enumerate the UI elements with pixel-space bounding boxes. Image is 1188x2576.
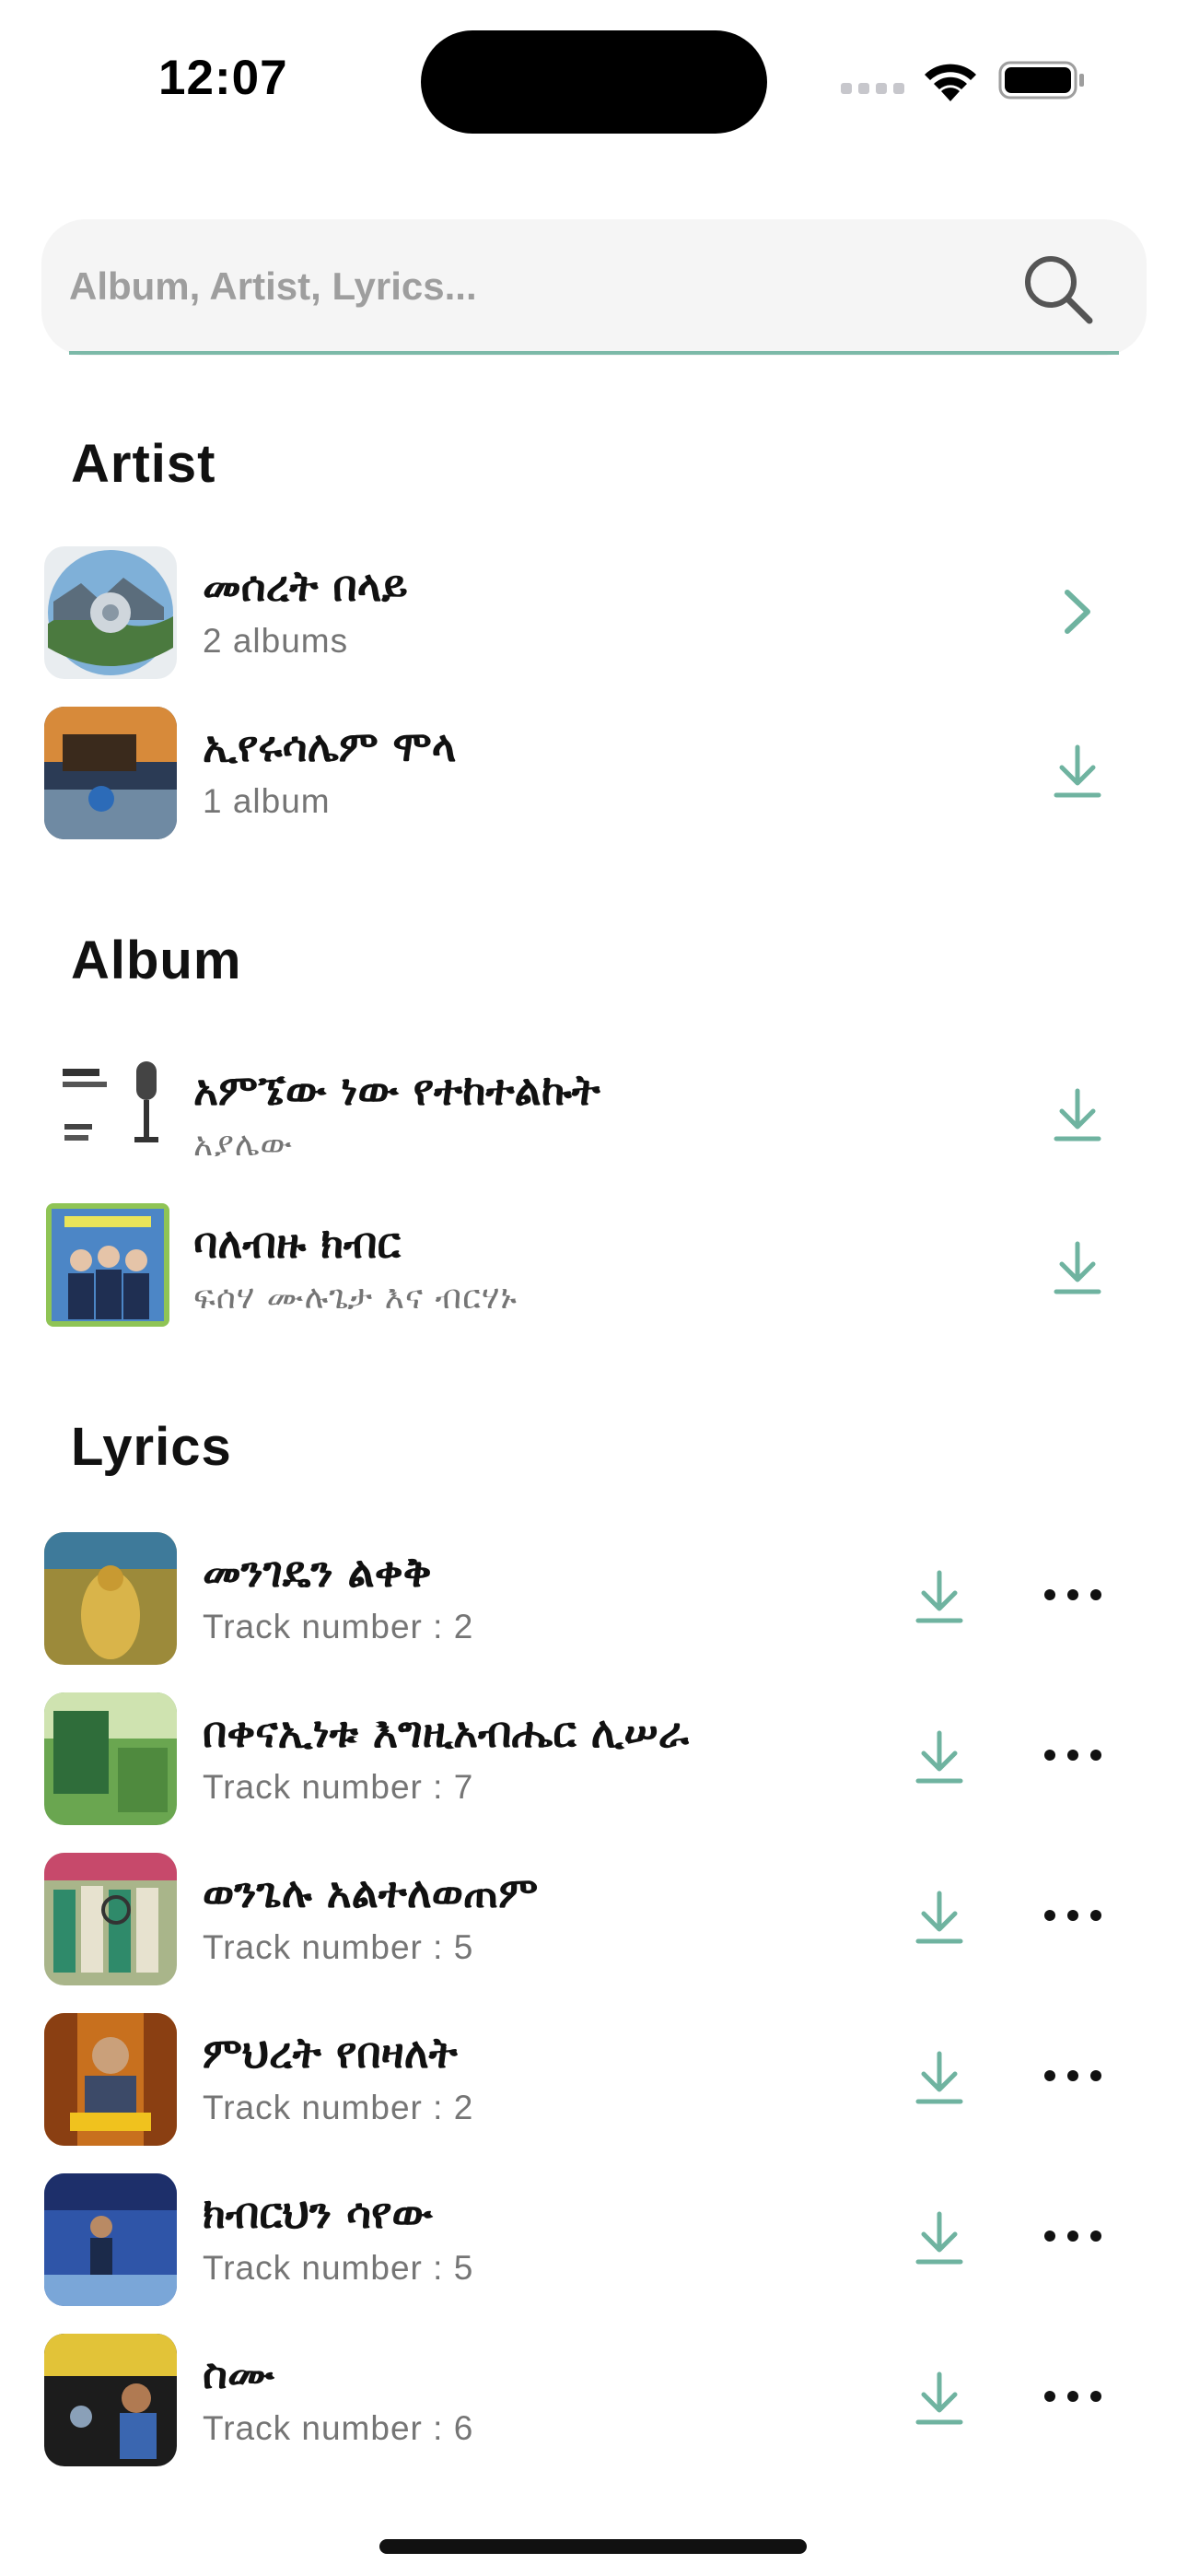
search-underline [69, 351, 1119, 355]
lyrics-row[interactable]: ክብርህን ሳየው Track number : 5 [0, 2173, 1188, 2312]
artist-thumbnail [44, 546, 177, 679]
track-title: ስሙ [203, 2348, 274, 2398]
track-thumbnail [44, 1532, 177, 1665]
download-icon[interactable] [907, 1565, 972, 1630]
download-icon[interactable] [1045, 1083, 1110, 1148]
lyrics-row[interactable]: መንገዴን ልቀቅ Track number : 2 [0, 1532, 1188, 1670]
more-horizontal-icon[interactable] [1041, 1897, 1105, 1934]
track-title: በቀናኢነቱ እግዚአብሔር ሊሠራ [203, 1707, 689, 1757]
album-title: አምኜው ነው የተከተልኩት [193, 1065, 600, 1115]
lyrics-row[interactable]: ወንጌሉ አልተለወጠም Track number : 5 [0, 1853, 1188, 1991]
track-title: ምህረት የበዛለት [203, 2028, 458, 2078]
track-number: Track number : 2 [203, 1608, 474, 1645]
download-icon[interactable] [1045, 1236, 1110, 1301]
section-title-lyrics: Lyrics [71, 1417, 232, 1477]
track-title: መንገዴን ልቀቅ [203, 1547, 432, 1597]
battery-icon [998, 61, 1084, 100]
track-title: ወንጌሉ አልተለወጠም [203, 1868, 539, 1917]
artist-album-count: 1 album [203, 782, 331, 820]
artist-row[interactable]: ኢየሩሳሌም ሞላ 1 album [0, 707, 1188, 845]
download-icon[interactable] [907, 2046, 972, 2111]
status-time: 12:07 [158, 51, 288, 105]
lyrics-row[interactable]: ስሙ Track number : 6 [0, 2334, 1188, 2472]
track-thumbnail [44, 2013, 177, 2146]
search-input[interactable] [69, 245, 990, 328]
more-horizontal-icon[interactable] [1041, 2378, 1105, 2415]
dynamic-island [421, 30, 767, 134]
artist-row[interactable]: መሰረት በላይ 2 albums [0, 546, 1188, 685]
wifi-icon [925, 64, 976, 101]
download-icon[interactable] [907, 2207, 972, 2271]
download-icon[interactable] [907, 1726, 972, 1790]
lyrics-row[interactable]: በቀናኢነቱ እግዚአብሔር ሊሠራ Track number : 7 [0, 1692, 1188, 1831]
more-horizontal-icon[interactable] [1041, 2218, 1105, 2254]
track-title: ክብርህን ሳየው [203, 2188, 433, 2238]
more-horizontal-icon[interactable] [1041, 1576, 1105, 1613]
album-thumbnail [44, 1050, 177, 1183]
track-thumbnail [44, 1853, 177, 1985]
download-icon[interactable] [907, 2367, 972, 2431]
track-number: Track number : 5 [203, 2249, 474, 2287]
home-indicator[interactable] [379, 2539, 807, 2554]
track-thumbnail [44, 1692, 177, 1825]
track-number: Track number : 5 [203, 1928, 474, 1966]
more-horizontal-icon[interactable] [1041, 1737, 1105, 1774]
search-bar [41, 219, 1147, 356]
section-title-artist: Artist [71, 434, 216, 494]
status-bar: 12:07 [0, 0, 1188, 157]
artist-name: መሰረት በላይ [203, 561, 408, 611]
track-number: Track number : 7 [203, 1768, 474, 1806]
album-artist: አያሌው [193, 1126, 294, 1164]
cellular-signal-icon [841, 77, 905, 96]
download-icon[interactable] [907, 1886, 972, 1950]
album-thumbnail [46, 1203, 169, 1327]
section-title-album: Album [71, 931, 242, 990]
track-thumbnail [44, 2173, 177, 2306]
chevron-right-icon[interactable] [1045, 580, 1110, 644]
album-row[interactable]: ባለብዙ ክብር ፍሰሃ ሙሉጌታ እና ብርሃኑ [0, 1203, 1188, 1341]
track-number: Track number : 6 [203, 2409, 474, 2447]
album-artist: ፍሰሃ ሙሉጌታ እና ብርሃኑ [193, 1279, 518, 1317]
more-horizontal-icon[interactable] [1041, 2057, 1105, 2094]
download-icon[interactable] [1045, 740, 1110, 804]
lyrics-row[interactable]: ምህረት የበዛለት Track number : 2 [0, 2013, 1188, 2151]
artist-thumbnail [44, 707, 177, 839]
artist-name: ኢየሩሳሌም ሞላ [203, 721, 457, 771]
track-number: Track number : 2 [203, 2089, 474, 2126]
search-icon[interactable] [1018, 249, 1101, 332]
album-row[interactable]: አምኜው ነው የተከተልኩት አያሌው [0, 1050, 1188, 1188]
artist-album-count: 2 albums [203, 622, 349, 660]
track-thumbnail [44, 2334, 177, 2466]
album-title: ባለብዙ ክብር [193, 1218, 401, 1268]
